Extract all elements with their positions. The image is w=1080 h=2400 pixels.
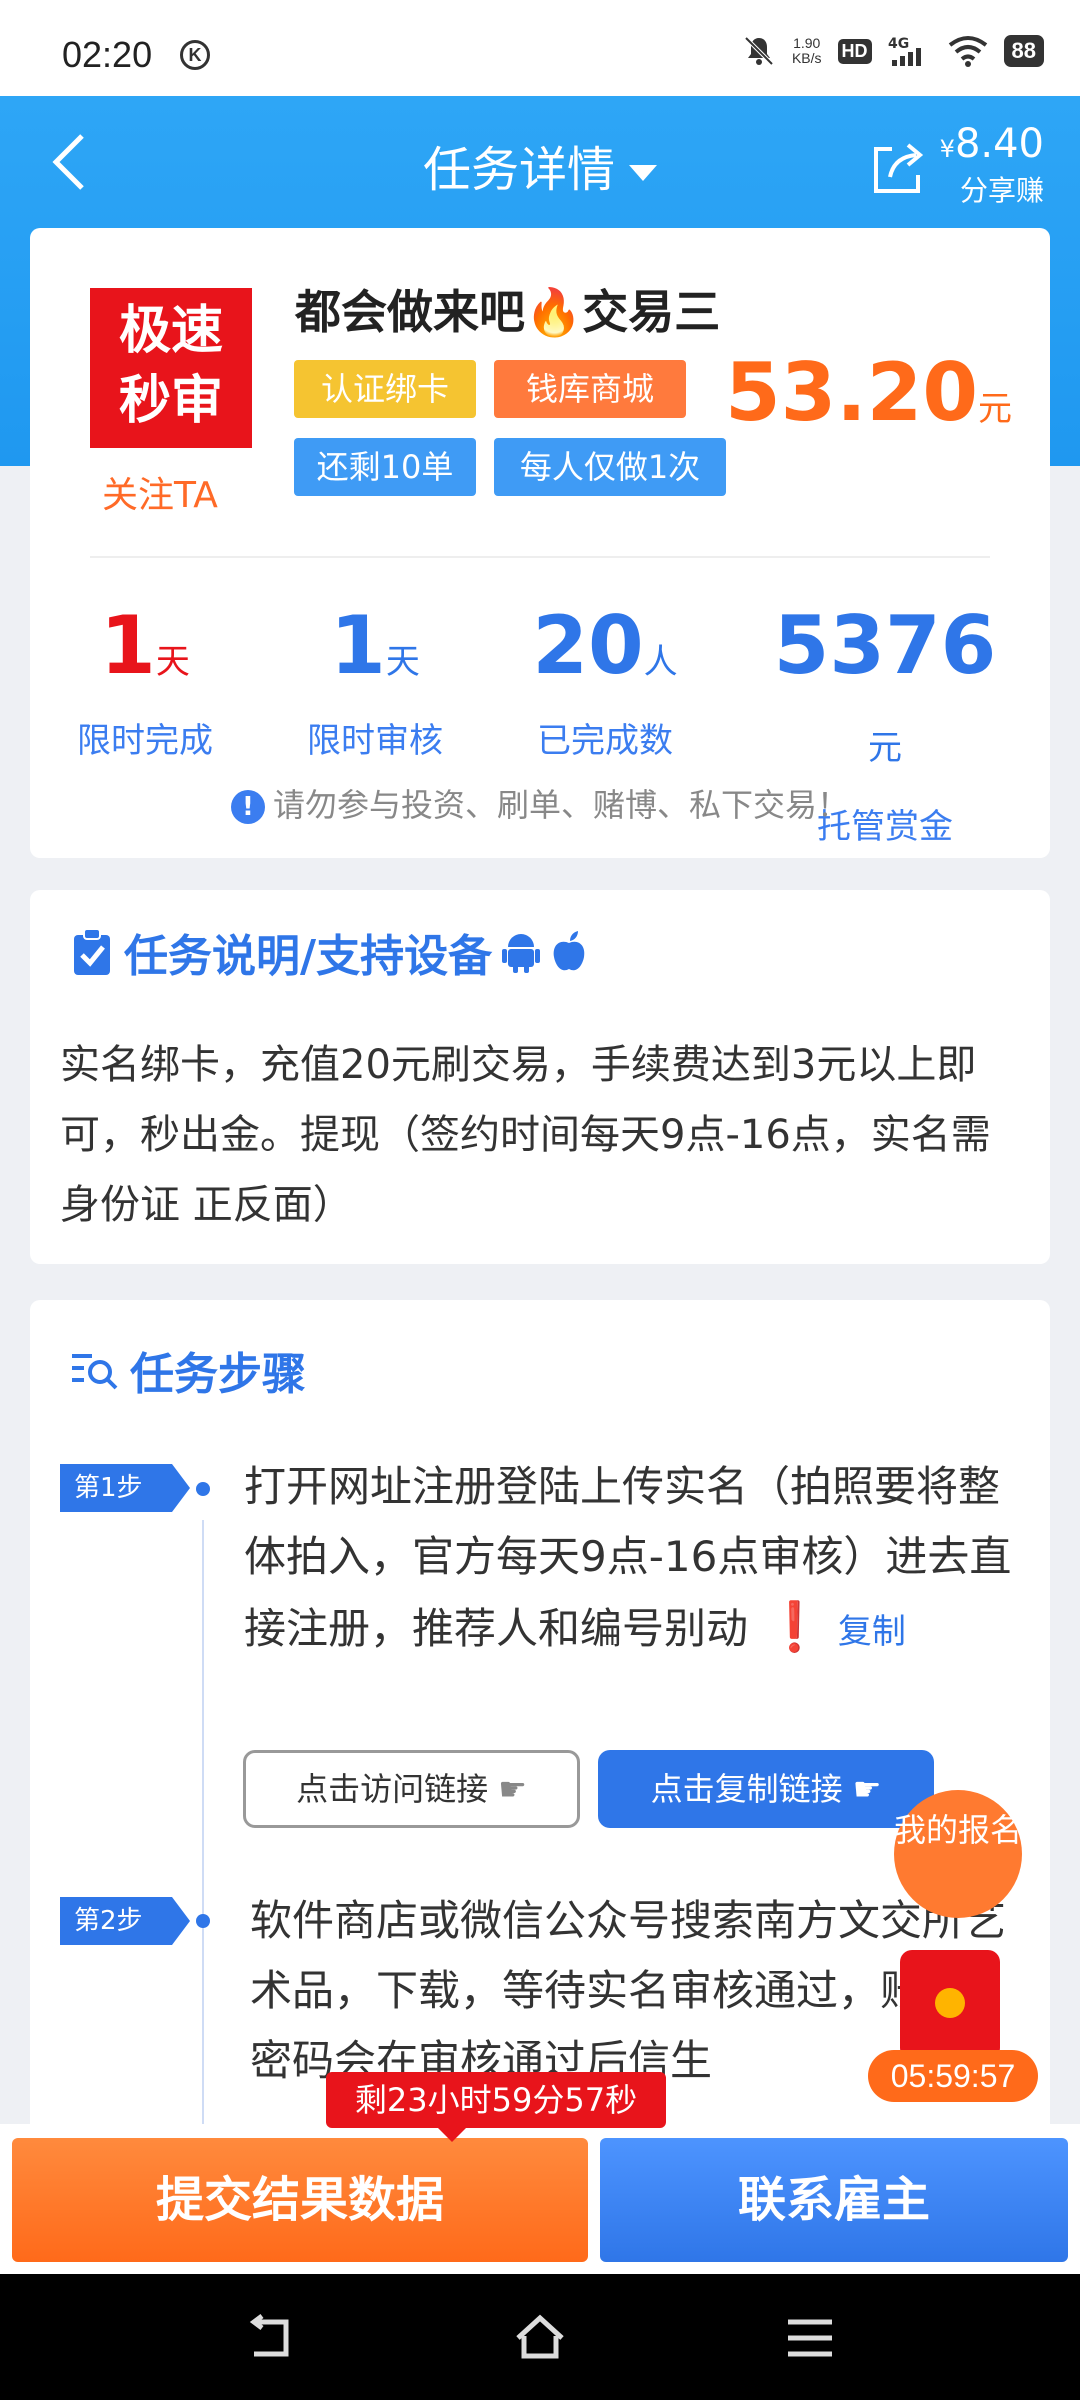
stat-completed-count: 20人 已完成数 (532, 599, 678, 762)
visit-link-button[interactable]: 点击访问链接 ☛ (243, 1750, 580, 1828)
pointer-hand-icon: ☛ (498, 1770, 527, 1808)
task-steps-card: 任务步骤 第1步 打开网址注册登陆上传实名（拍照要将整体拍入，官方每天9点-16… (30, 1300, 1050, 2140)
step-1-copy-link[interactable]: 复制 (838, 1612, 906, 1652)
timeline-line (202, 1520, 204, 2140)
tag-verify-card: 认证绑卡 (294, 360, 476, 418)
description-title: 任务说明/支持设备 (70, 920, 588, 984)
submit-result-button[interactable]: 提交结果数据 (12, 2138, 588, 2262)
task-description-card: 任务说明/支持设备 实名绑卡，充值20元刷交易，手续费达到3元以上即可，秒出金。… (30, 890, 1050, 1264)
k-icon: K (180, 40, 210, 70)
share-icon (873, 142, 923, 193)
list-search-icon (72, 1354, 118, 1390)
task-summary-card: 极速 秒审 关注TA 都会做来吧🔥交易三 认证绑卡 钱库商城 还剩10单 每人仅做… (30, 228, 1050, 858)
timeline-dot (196, 1482, 210, 1496)
deadline-countdown: 剩23小时59分57秒 (326, 2072, 666, 2142)
tag-remaining: 还剩10单 (294, 438, 476, 496)
top-nav-bar: 任务详情 ¥8.40 分享赚 (0, 96, 1080, 226)
fast-review-badge: 极速 秒审 (90, 288, 252, 448)
battery-icon: 88 (1003, 35, 1044, 67)
android-icon (502, 934, 541, 973)
step-2-badge: 第2步 (60, 1897, 190, 1945)
bottom-action-bar: 提交结果数据 联系雇主 (0, 2124, 1080, 2274)
wifi-icon (948, 36, 987, 67)
nav-home-icon[interactable] (514, 2312, 566, 2364)
status-bar: 02:20 K 1.90 KB/s HD 4G 88 (0, 0, 1080, 96)
stat-complete-limit: 1天 限时完成 (77, 599, 213, 762)
red-packet-timer: 05:59:57 (868, 2050, 1038, 2102)
follow-button[interactable]: 关注TA (102, 466, 218, 518)
share-earn-button[interactable]: ¥8.40 分享赚 (870, 124, 1044, 209)
mute-bell-icon (744, 36, 774, 66)
nav-back-icon[interactable] (244, 2312, 296, 2364)
net-speed: 1.90 KB/s (791, 35, 822, 66)
steps-title: 任务步骤 (70, 1338, 306, 1402)
share-label: 分享赚 (959, 174, 1044, 207)
tag-once-per-person: 每人仅做1次 (494, 438, 726, 496)
my-registration-button[interactable]: 我的报名 (894, 1790, 1022, 1918)
dropdown-caret-icon (629, 165, 657, 181)
signal-icon: 4G (888, 36, 921, 66)
stat-review-limit: 1天 限时审核 (307, 599, 443, 762)
copy-link-button[interactable]: 点击复制链接 ☛ (598, 1750, 934, 1828)
status-icons: 1.90 KB/s HD 4G 88 (742, 34, 1044, 68)
clipboard-check-icon (74, 928, 110, 975)
system-nav-bar (0, 2274, 1080, 2400)
share-amount: ¥8.40 (939, 121, 1044, 167)
info-icon: ! (230, 790, 265, 824)
hd-badge: HD (837, 38, 872, 64)
divider (90, 556, 990, 558)
apple-icon (553, 931, 585, 971)
nav-menu-icon[interactable] (784, 2312, 836, 2364)
step-1-badge: 第1步 (60, 1464, 190, 1512)
red-packet-icon[interactable] (900, 1950, 1000, 2060)
tag-shop: 钱库商城 (494, 360, 686, 418)
pointer-hand-icon: ☛ (852, 1770, 882, 1808)
step-1-text: 打开网址注册登陆上传实名（拍照要将整体拍入，官方每天9点-16点审核）进去直接注… (244, 1462, 1012, 1655)
status-time: 02:20 (62, 34, 153, 75)
description-text: 实名绑卡，充值20元刷交易，手续费达到3元以上即可，秒出金。提现（签约时间每天9… (60, 1042, 991, 1228)
exclamation-icon: ❗ (748, 1599, 825, 1655)
task-name: 都会做来吧🔥交易三 (295, 285, 721, 339)
task-price: 53.20元 (724, 346, 1012, 439)
contact-employer-button[interactable]: 联系雇主 (600, 2138, 1068, 2262)
svg-text:4G: 4G (888, 36, 909, 52)
warning-text: ! 请勿参与投资、刷单、赌博、私下交易！ (30, 780, 1050, 826)
timeline-dot (196, 1914, 210, 1928)
